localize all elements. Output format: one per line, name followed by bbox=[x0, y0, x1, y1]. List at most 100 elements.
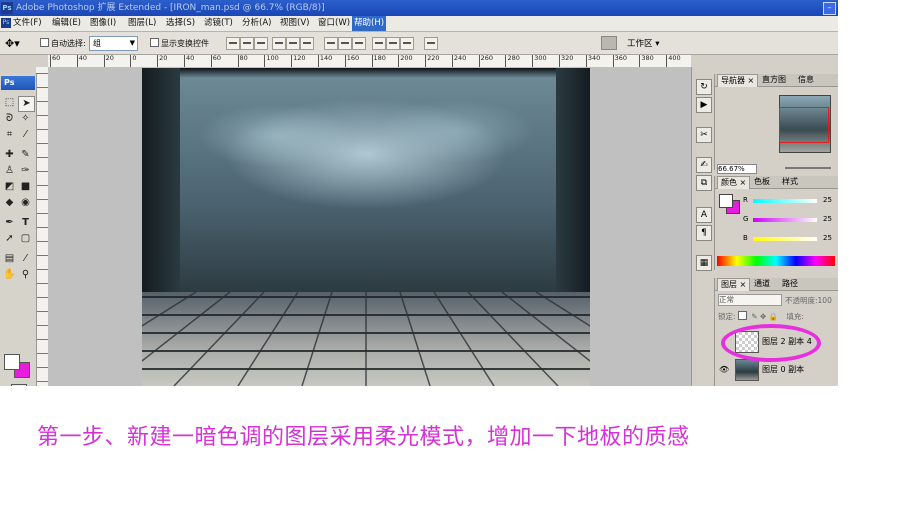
menu-select[interactable]: 选择(S) bbox=[166, 16, 195, 31]
channel-g-value[interactable]: 25 bbox=[823, 215, 832, 223]
slice-tool-icon[interactable]: ⁄ bbox=[18, 128, 33, 142]
auto-select-checkbox[interactable]: 自动选择: bbox=[40, 38, 86, 49]
foreground-color-swatch[interactable] bbox=[4, 354, 20, 370]
blend-mode-dropdown[interactable]: 正常 bbox=[718, 294, 782, 306]
ruler-tick bbox=[36, 283, 48, 284]
checkbox-icon[interactable] bbox=[150, 38, 159, 47]
menu-layer[interactable]: 图层(L) bbox=[128, 16, 156, 31]
tool-presets-icon[interactable]: ✂ bbox=[696, 127, 712, 143]
eraser-tool-icon[interactable]: ◩ bbox=[2, 180, 17, 194]
minimize-button[interactable]: – bbox=[823, 2, 836, 15]
magic-wand-icon[interactable]: ✧ bbox=[18, 112, 33, 126]
distribute-right-button[interactable] bbox=[400, 37, 414, 50]
channel-g-slider[interactable] bbox=[753, 218, 817, 222]
brush-tool-icon[interactable]: ✎ bbox=[18, 148, 33, 162]
align-hcenter-button[interactable] bbox=[286, 37, 300, 50]
eye-icon[interactable]: 👁 bbox=[719, 365, 729, 374]
align-right-button[interactable] bbox=[300, 37, 314, 50]
show-transform-checkbox[interactable]: 显示变换控件 bbox=[150, 38, 209, 49]
menu-analysis[interactable]: 分析(A) bbox=[242, 16, 271, 31]
history-brush-icon[interactable]: ✑ bbox=[18, 164, 33, 178]
photoshop-screenshot: Ps Adobe Photoshop 扩展 Extended - [IRON_m… bbox=[0, 0, 838, 386]
shape-tool-icon[interactable]: ▢ bbox=[18, 232, 33, 246]
tab-navigator[interactable]: 导航器 × bbox=[717, 74, 759, 87]
zoom-tool-icon[interactable]: ⚲ bbox=[18, 268, 33, 282]
notes-tool-icon[interactable]: ▤ bbox=[2, 252, 17, 266]
tab-histogram[interactable]: 直方图 bbox=[759, 74, 789, 86]
gradient-tool-icon[interactable]: ■ bbox=[18, 180, 33, 194]
document-icon[interactable]: Ps bbox=[1, 18, 11, 28]
menu-help[interactable]: 帮助(H) bbox=[352, 16, 387, 31]
document-canvas[interactable] bbox=[142, 68, 590, 386]
type-tool-icon[interactable]: T bbox=[18, 216, 33, 230]
channel-b-slider[interactable] bbox=[753, 237, 817, 241]
bridge-icon[interactable] bbox=[601, 36, 617, 50]
brushes-panel-icon[interactable]: ✍ bbox=[696, 157, 712, 173]
clone-stamp-icon[interactable]: ♙ bbox=[2, 164, 17, 178]
paragraph-panel-icon[interactable]: ¶ bbox=[696, 225, 712, 241]
tab-paths[interactable]: 路径 bbox=[779, 278, 801, 290]
crop-tool-icon[interactable]: ⌗ bbox=[2, 128, 17, 142]
distribute-top-button[interactable] bbox=[324, 37, 338, 50]
navigator-view-box[interactable] bbox=[779, 107, 829, 143]
distribute-bottom-button[interactable] bbox=[352, 37, 366, 50]
eyedropper-icon[interactable]: ⁄ bbox=[18, 252, 33, 266]
hand-tool-icon[interactable]: ✋ bbox=[2, 268, 17, 282]
lasso-tool-icon[interactable]: ᘐ bbox=[2, 112, 17, 126]
marquee-tool-icon[interactable]: ⬚ bbox=[2, 96, 17, 110]
lock-transparency-checkbox[interactable] bbox=[737, 311, 747, 320]
channel-r-slider[interactable] bbox=[753, 199, 817, 203]
tab-color[interactable]: 颜色 × bbox=[717, 176, 751, 189]
auto-select-dropdown[interactable]: 组 ▼ bbox=[89, 36, 138, 51]
menu-filter[interactable]: 滤镜(T) bbox=[204, 16, 233, 31]
color-spectrum[interactable] bbox=[717, 256, 835, 266]
workspace-menu[interactable]: 工作区 ▾ bbox=[627, 37, 659, 49]
auto-align-button[interactable] bbox=[424, 37, 438, 50]
ruler-tick bbox=[36, 339, 48, 340]
actions-panel-icon[interactable]: ▶ bbox=[696, 97, 712, 113]
align-top-button[interactable] bbox=[226, 37, 240, 50]
menu-file[interactable]: 文件(F) bbox=[13, 16, 42, 31]
tab-channels[interactable]: 通道 bbox=[751, 278, 773, 290]
tab-swatches[interactable]: 色板 bbox=[751, 176, 773, 188]
clone-source-icon[interactable]: ⧉ bbox=[696, 175, 712, 191]
color-fg-swatch[interactable] bbox=[719, 194, 733, 208]
align-left-button[interactable] bbox=[272, 37, 286, 50]
opacity-field[interactable]: 不透明度:100 bbox=[785, 295, 832, 306]
zoom-slider[interactable] bbox=[785, 167, 831, 169]
floor-grid-lines bbox=[142, 292, 590, 386]
distribute-vcenter-button[interactable] bbox=[338, 37, 352, 50]
distribute-left-button[interactable] bbox=[372, 37, 386, 50]
healing-brush-icon[interactable]: ✚ bbox=[2, 148, 17, 162]
pen-tool-icon[interactable]: ✒ bbox=[2, 216, 17, 230]
history-panel-icon[interactable]: ↻ bbox=[696, 79, 712, 95]
show-transform-label: 显示变换控件 bbox=[161, 39, 209, 48]
tab-info[interactable]: 信息 bbox=[795, 74, 817, 86]
checkbox-icon[interactable] bbox=[40, 38, 49, 47]
menu-window[interactable]: 窗口(W) bbox=[318, 16, 350, 31]
align-vcenter-button[interactable] bbox=[240, 37, 254, 50]
move-tool-icon[interactable]: ✥▾ bbox=[5, 37, 20, 50]
layer-comps-icon[interactable]: ▦ bbox=[696, 255, 712, 271]
ruler-tick bbox=[36, 185, 48, 186]
path-select-icon[interactable]: ➚ bbox=[2, 232, 17, 246]
tab-styles[interactable]: 样式 bbox=[779, 176, 801, 188]
dodge-tool-icon[interactable]: ◉ bbox=[18, 196, 33, 210]
channel-r-value[interactable]: 25 bbox=[823, 196, 832, 204]
opacity-value[interactable]: 100 bbox=[818, 296, 832, 305]
move-tool-icon[interactable]: ➤ bbox=[18, 96, 35, 112]
zoom-input[interactable]: 66.67% bbox=[717, 164, 757, 174]
ruler-tick: 40 bbox=[76, 55, 87, 67]
quick-mask-icon[interactable] bbox=[11, 384, 27, 386]
ruler-tick: 400 bbox=[666, 55, 681, 67]
menu-edit[interactable]: 编辑(E) bbox=[52, 16, 81, 31]
distribute-hcenter-button[interactable] bbox=[386, 37, 400, 50]
channel-b-value[interactable]: 25 bbox=[823, 234, 832, 242]
tab-layers[interactable]: 图层 × bbox=[717, 278, 751, 291]
auto-select-label: 自动选择: bbox=[51, 39, 86, 48]
menu-view[interactable]: 视图(V) bbox=[280, 16, 309, 31]
align-bottom-button[interactable] bbox=[254, 37, 268, 50]
character-panel-icon[interactable]: A bbox=[696, 207, 712, 223]
blur-tool-icon[interactable]: ◆ bbox=[2, 196, 17, 210]
menu-image[interactable]: 图像(I) bbox=[90, 16, 116, 31]
